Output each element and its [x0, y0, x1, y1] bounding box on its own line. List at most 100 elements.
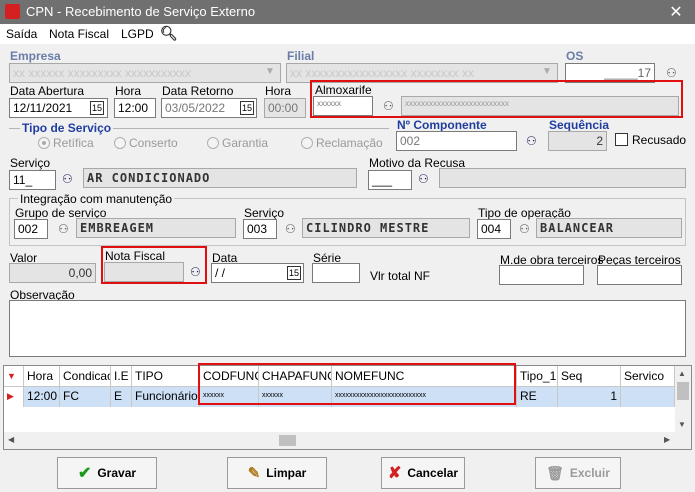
title-bar: CPN - Recebimento de Serviço Externo ✕ — [0, 0, 695, 24]
hora1-field[interactable]: 12:00 — [114, 98, 156, 118]
almoxarife-code-field[interactable]: xxxxxx — [313, 96, 373, 116]
binoculars-icon[interactable]: ⚇ — [190, 265, 201, 279]
integracao-label: Integração com manutenção — [18, 192, 175, 206]
filial-label: Filial — [287, 49, 315, 63]
grupo-code-field[interactable]: 002 — [14, 219, 48, 239]
data-abertura-label: Data Abertura — [10, 84, 85, 98]
integracao-servico-label: Serviço — [244, 206, 285, 220]
radio-garantia-label: Garantia — [222, 136, 269, 150]
row-indicator: ▶ — [4, 387, 24, 407]
checkmark-icon: ✔ — [77, 465, 92, 482]
pecas-terceiros-field[interactable] — [597, 265, 682, 285]
componente-field[interactable]: 002 — [396, 131, 517, 151]
radio-reclamacao-label: Reclamação — [316, 136, 383, 150]
tipo-servico-label: Tipo de Serviço — [20, 121, 114, 135]
grupo-desc-field: EMBREAGEM — [76, 218, 236, 238]
binoculars-icon[interactable]: ⚇ — [58, 222, 69, 236]
scroll-up-icon[interactable]: ▲ — [678, 369, 686, 378]
servico-desc-field: AR CONDICIONADO — [83, 168, 357, 188]
col-ie[interactable]: I.E — [111, 366, 132, 387]
horizontal-scrollbar[interactable]: ◀ ▶ — [4, 432, 691, 449]
valor-field: 0,00 — [9, 263, 96, 283]
x-icon: ✘ — [387, 465, 402, 482]
menu-lgpd[interactable]: LGPD — [121, 27, 154, 41]
nota-fiscal-label: Nota Fiscal — [105, 249, 166, 263]
col-hora[interactable]: Hora — [24, 366, 60, 387]
servico-code-field[interactable]: 11_ — [9, 170, 56, 190]
observacao-textarea[interactable] — [9, 300, 686, 357]
serie-field[interactable] — [312, 263, 360, 283]
vlr-total-label: Vlr total NF — [370, 269, 431, 283]
radio-reclamacao[interactable] — [301, 137, 313, 149]
table-cell[interactable]: FC — [60, 387, 111, 407]
binoculars-icon[interactable]: ⚇ — [62, 172, 73, 186]
calendar-icon[interactable]: 15 — [240, 101, 254, 115]
motivo-code-field[interactable]: ___ — [368, 170, 412, 190]
binoculars-icon[interactable]: ⚇ — [383, 99, 394, 113]
binoculars-icon[interactable]: ⚇ — [666, 66, 677, 80]
gravar-label: Gravar — [97, 466, 137, 480]
excluir-button[interactable]: 🗑︎ Excluir — [535, 457, 621, 489]
search-icon[interactable]: 🔍︎ — [160, 25, 178, 42]
table-cell[interactable]: 12:00 — [24, 387, 60, 407]
menu-nota-fiscal[interactable]: Nota Fiscal — [49, 27, 109, 41]
window-title: CPN - Recebimento de Serviço Externo — [26, 4, 256, 19]
binoculars-icon[interactable]: ⚇ — [418, 172, 429, 186]
mdo-terceiros-field[interactable] — [499, 265, 584, 285]
calendar-icon[interactable]: 15 — [90, 101, 104, 115]
close-button[interactable]: ✕ — [666, 2, 686, 22]
cancelar-button[interactable]: ✘ Cancelar — [381, 457, 465, 489]
sequencia-label: Sequência — [549, 118, 610, 132]
cancelar-label: Cancelar — [407, 466, 459, 480]
data-retorno-label: Data Retorno — [162, 84, 234, 98]
chevron-down-icon[interactable]: ▼ — [265, 66, 275, 77]
col-condicao[interactable]: Condicao — [60, 366, 111, 387]
scroll-left-icon[interactable]: ◀ — [8, 435, 14, 444]
grid-columns-highlight — [198, 363, 516, 405]
menu-bar: Saída Nota Fiscal LGPD 🔍︎ — [0, 24, 695, 44]
col-tipo1[interactable]: Tipo_1 — [517, 366, 558, 387]
tipo-op-desc-field: BALANCEAR — [536, 218, 682, 238]
app-icon — [5, 4, 20, 19]
col-tipo[interactable]: TIPO — [132, 366, 200, 387]
binoculars-icon[interactable]: ⚇ — [526, 134, 537, 148]
excluir-label: Excluir — [569, 466, 610, 480]
servico-label: Serviço — [10, 156, 51, 170]
table-cell[interactable]: E — [111, 387, 132, 407]
recusado-label: Recusado — [632, 133, 687, 147]
col-servico[interactable]: Servico — [621, 366, 675, 387]
limpar-label: Limpar — [266, 466, 307, 480]
table-cell[interactable]: RE — [517, 387, 558, 407]
radio-conserto-label: Conserto — [129, 136, 178, 150]
broom-icon: ✎ — [247, 465, 261, 482]
tipo-op-code-field[interactable]: 004 — [477, 219, 511, 239]
hora1-label: Hora — [115, 84, 142, 98]
almoxarife-name-field: xxxxxxxxxxxxxxxxxxxxxxxxxx — [401, 96, 679, 116]
os-label: OS — [566, 49, 584, 63]
chevron-down-icon[interactable]: ▼ — [542, 66, 552, 77]
calendar-icon[interactable]: 15 — [287, 266, 301, 280]
limpar-button[interactable]: ✎ Limpar — [227, 457, 327, 489]
scroll-right-icon[interactable]: ▶ — [664, 435, 670, 444]
vertical-scrollbar[interactable]: ▲ ▼ — [675, 366, 691, 432]
menu-saida[interactable]: Saída — [6, 27, 37, 41]
table-cell[interactable] — [621, 387, 675, 407]
radio-retifica[interactable] — [38, 137, 50, 149]
gravar-button[interactable]: ✔ Gravar — [57, 457, 157, 489]
scroll-thumb[interactable] — [677, 382, 689, 400]
table-cell[interactable]: Funcionário — [132, 387, 200, 407]
binoculars-icon[interactable]: ⚇ — [519, 222, 530, 236]
integracao-servico-code-field[interactable]: 003 — [243, 219, 277, 239]
col-seq[interactable]: Seq — [558, 366, 621, 387]
radio-garantia[interactable] — [207, 137, 219, 149]
recusado-checkbox[interactable] — [615, 133, 628, 146]
table-cell[interactable]: 1 — [558, 387, 621, 407]
hscroll-thumb[interactable] — [279, 435, 296, 446]
nota-fiscal-field[interactable] — [104, 262, 184, 282]
binoculars-icon[interactable]: ⚇ — [285, 222, 296, 236]
empresa-select[interactable]: xx xxxxxx xxxxxxxxx xxxxxxxxxxx — [9, 63, 281, 83]
hora2-field[interactable]: 00:00 — [264, 98, 306, 118]
radio-conserto[interactable] — [114, 137, 126, 149]
scroll-down-icon[interactable]: ▼ — [678, 420, 686, 429]
sequencia-field: 2 — [548, 131, 607, 151]
